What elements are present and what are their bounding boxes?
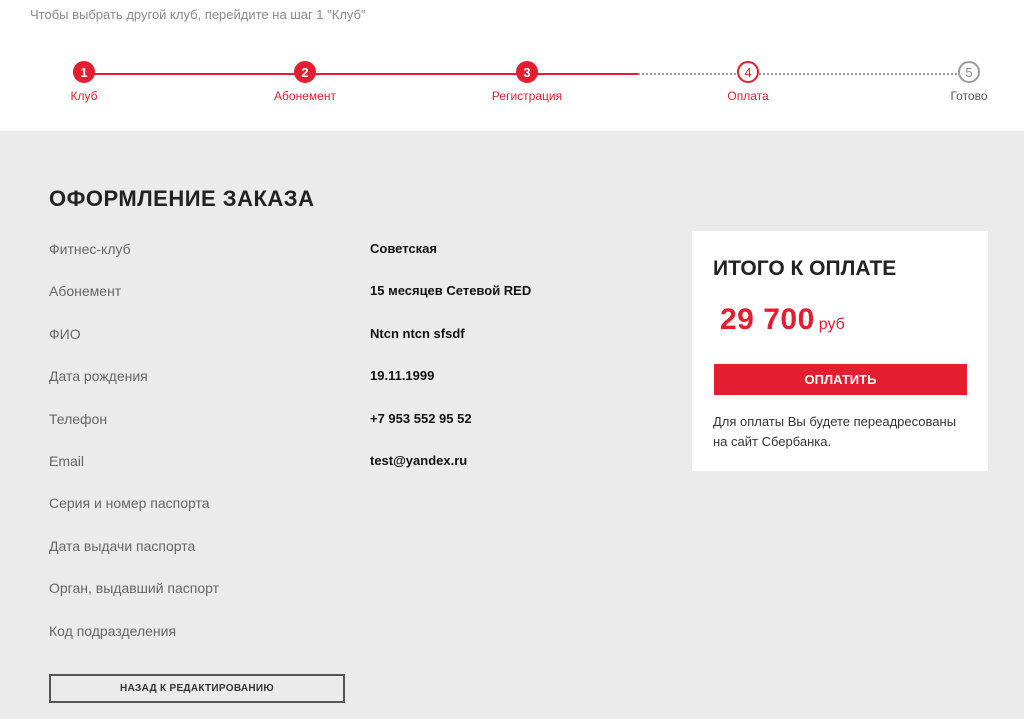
pay-button[interactable]: ОПЛАТИТЬ bbox=[714, 364, 967, 395]
field-row-division-code: Код подразделения bbox=[49, 623, 649, 665]
field-label: Email bbox=[49, 452, 85, 469]
field-label: Код подразделения bbox=[49, 622, 177, 639]
step-label: Готово bbox=[950, 89, 988, 103]
step-subscription[interactable]: 2 Абонемент bbox=[245, 61, 365, 103]
field-value: 15 месяцев Сетевой RED bbox=[370, 283, 532, 299]
payment-summary-panel: ИТОГО К ОПЛАТЕ 29 700 руб ОПЛАТИТЬ Для оп… bbox=[692, 231, 988, 471]
field-row-fitness-club: Фитнес-клуб Советская bbox=[49, 241, 649, 283]
field-row-full-name: ФИО Ntcn ntcn sfsdf bbox=[49, 326, 649, 368]
field-label: Дата рождения bbox=[49, 368, 148, 385]
field-label: Дата выдачи паспорта bbox=[49, 537, 196, 554]
step-payment: 4 Оплата bbox=[688, 61, 808, 103]
field-label: Абонемент bbox=[49, 283, 122, 300]
field-value: test@yandex.ru bbox=[370, 452, 468, 468]
field-row-birth-date: Дата рождения 19.11.1999 bbox=[49, 368, 649, 410]
field-row-subscription: Абонемент 15 месяцев Сетевой RED bbox=[49, 283, 649, 325]
step-club[interactable]: 1 Клуб bbox=[24, 61, 144, 103]
step-label: Оплата bbox=[727, 89, 769, 103]
total-amount: 29 700 руб bbox=[720, 303, 845, 337]
step-number: 4 bbox=[737, 61, 759, 83]
progress-stepper: 1 Клуб 2 Абонемент 3 Регистрация 4 Оплат… bbox=[0, 0, 1024, 131]
field-row-passport-number: Серия и номер паспорта bbox=[49, 495, 649, 537]
step-registration[interactable]: 3 Регистрация bbox=[467, 61, 587, 103]
step-label: Абонемент bbox=[274, 89, 336, 103]
step-number: 2 bbox=[294, 61, 316, 83]
order-details: Фитнес-клуб Советская Абонемент 15 месяц… bbox=[49, 241, 649, 665]
field-value: Советская bbox=[370, 241, 437, 256]
field-label: Серия и номер паспорта bbox=[49, 495, 210, 512]
field-label: Орган, выдавший паспорт bbox=[49, 580, 220, 597]
field-value: +7 953 552 95 52 bbox=[370, 410, 472, 426]
field-row-phone: Телефон +7 953 552 95 52 bbox=[49, 411, 649, 453]
field-row-passport-issuer: Орган, выдавший паспорт bbox=[49, 580, 649, 622]
field-value: 19.11.1999 bbox=[370, 368, 435, 384]
field-row-email: Email test@yandex.ru bbox=[49, 453, 649, 495]
top-bar: Чтобы выбрать другой клуб, перейдите на … bbox=[0, 0, 1024, 131]
field-label: ФИО bbox=[49, 325, 81, 342]
payment-redirect-note: Для оплаты Вы будете переадресованы на с… bbox=[713, 414, 957, 449]
step-done: 5 Готово bbox=[909, 61, 1024, 103]
field-value: Ntcn ntcn sfsdf bbox=[370, 325, 465, 341]
field-label: Телефон bbox=[49, 410, 108, 427]
field-row-passport-issue-date: Дата выдачи паспорта bbox=[49, 538, 649, 580]
step-label: Клуб bbox=[70, 89, 98, 103]
back-to-edit-button[interactable]: НАЗАД К РЕДАКТИРОВАНИЮ bbox=[49, 674, 345, 703]
page-title: ОФОРМЛЕНИЕ ЗАКАЗА bbox=[49, 186, 315, 211]
step-number: 3 bbox=[516, 61, 538, 83]
amount-currency: руб bbox=[818, 316, 845, 333]
step-number: 1 bbox=[73, 61, 95, 83]
summary-title: ИТОГО К ОПЛАТЕ bbox=[713, 257, 897, 280]
step-number: 5 bbox=[958, 61, 980, 83]
field-label: Фитнес-клуб bbox=[49, 241, 131, 257]
step-label: Регистрация bbox=[491, 89, 563, 103]
amount-value: 29 700 bbox=[720, 303, 815, 336]
